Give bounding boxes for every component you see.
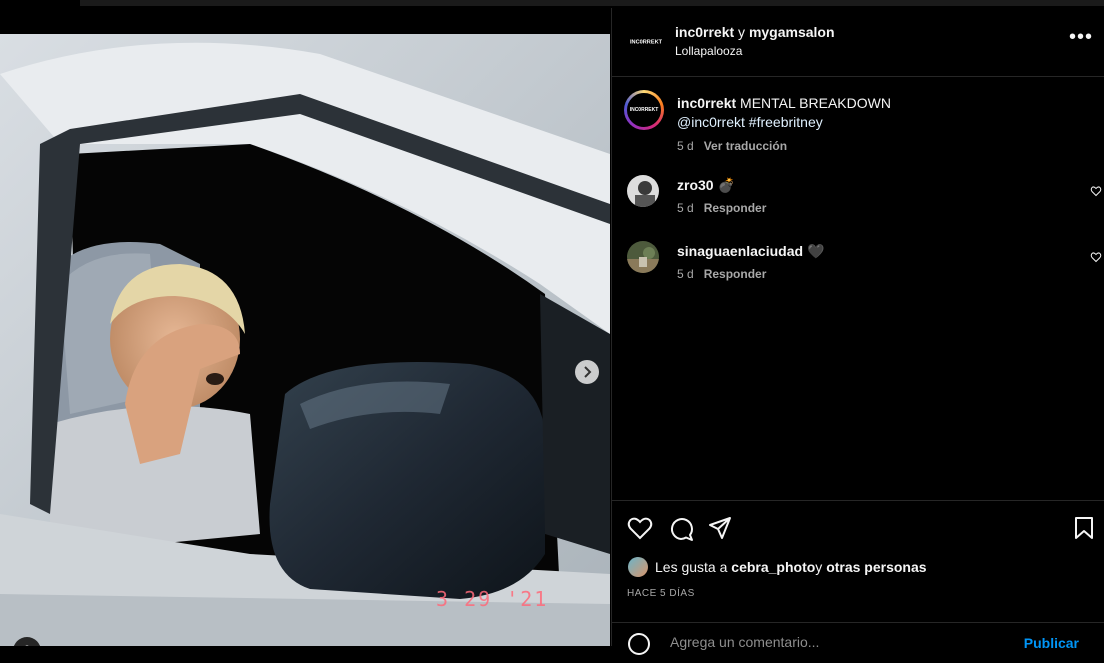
post-location[interactable]: Lollapalooza — [675, 44, 742, 58]
caption-username[interactable]: inc0rrekt — [677, 95, 736, 111]
comment-item: sinaguaenlaciudad 🖤 5 d Responder — [624, 240, 1104, 290]
comment-item: zro30 💣 5 d Responder — [624, 174, 1104, 224]
date-stamp: 3 29 '21 — [436, 587, 549, 611]
avatar-logo-text: INC0RREKT — [629, 39, 663, 45]
chevron-right-icon[interactable] — [575, 360, 599, 384]
comment-content: 💣 — [717, 177, 735, 193]
translate-link[interactable]: Ver traducción — [704, 139, 787, 153]
caption-avatar: INC0RREKT — [627, 93, 661, 127]
comment-time: 5 d — [677, 201, 694, 215]
like-heart-icon[interactable] — [627, 516, 653, 545]
bookmark-icon[interactable] — [1074, 516, 1094, 545]
comment-text: zro30 💣 — [677, 177, 735, 194]
comment-bar: Publicar — [612, 622, 1104, 663]
publish-button[interactable]: Publicar — [1024, 635, 1079, 651]
comment-time: 5 d — [677, 267, 694, 281]
comment-content: 🖤 — [806, 243, 825, 259]
comment-username[interactable]: zro30 — [677, 177, 714, 193]
comment-meta: 5 d Responder — [677, 267, 766, 281]
likes-others-link[interactable]: otras personas — [826, 559, 926, 575]
post-header: INC0RREKT inc0rrekt y mygamsalon Lollapa… — [612, 8, 1104, 77]
comment-bubble-icon[interactable] — [668, 516, 694, 547]
likes-prefix: Les gusta a — [655, 559, 728, 575]
header-conjunction: y — [734, 24, 749, 40]
comment-text: sinaguaenlaciudad 🖤 — [677, 243, 824, 260]
heart-icon[interactable] — [1090, 250, 1102, 268]
share-send-icon[interactable] — [708, 516, 732, 545]
caption-mention[interactable]: @inc0rrekt — [677, 114, 745, 130]
commenter-avatar[interactable] — [627, 241, 659, 273]
comment-meta: 5 d Responder — [677, 201, 766, 215]
likes-summary: Les gusta a cebra_photo y otras personas — [628, 557, 927, 577]
post-photo[interactable]: 3 29 '21 — [0, 34, 610, 646]
header-title: inc0rrekt y mygamsalon — [675, 24, 835, 40]
author-username[interactable]: inc0rrekt — [675, 24, 734, 40]
caption-body: inc0rrekt MENTAL BREAKDOWN @inc0rrekt #f… — [677, 94, 1077, 156]
emoji-icon[interactable] — [628, 633, 650, 655]
caption-hashtag[interactable]: #freebritney — [749, 114, 823, 130]
photo-image — [0, 34, 610, 646]
caption-time: 5 d — [677, 139, 694, 153]
heart-icon[interactable] — [1090, 184, 1102, 202]
post-timestamp[interactable]: HACE 5 DÍAS — [627, 588, 695, 599]
comment-input[interactable] — [668, 633, 1012, 651]
author-avatar[interactable]: INC0RREKT — [629, 25, 663, 59]
commenter-avatar[interactable] — [627, 175, 659, 207]
top-bar — [80, 0, 1104, 6]
reply-button[interactable]: Responder — [704, 267, 767, 281]
liker-username[interactable]: cebra_photo — [731, 559, 815, 575]
comment-username[interactable]: sinaguaenlaciudad — [677, 243, 803, 259]
story-ring-avatar[interactable]: INC0RREKT — [624, 90, 664, 130]
collab-username[interactable]: mygamsalon — [749, 24, 835, 40]
more-horizontal-icon[interactable]: ••• — [1069, 26, 1093, 49]
caption-text: MENTAL BREAKDOWN — [736, 95, 891, 111]
likes-conjunction: y — [815, 559, 823, 575]
liker-avatar[interactable] — [628, 557, 648, 577]
reply-button[interactable]: Responder — [704, 201, 767, 215]
post-panel: INC0RREKT inc0rrekt y mygamsalon Lollapa… — [611, 8, 1104, 655]
action-bar: Les gusta a cebra_photo y otras personas… — [612, 500, 1104, 621]
caption-meta: 5 d Ver traducción — [677, 137, 1077, 156]
